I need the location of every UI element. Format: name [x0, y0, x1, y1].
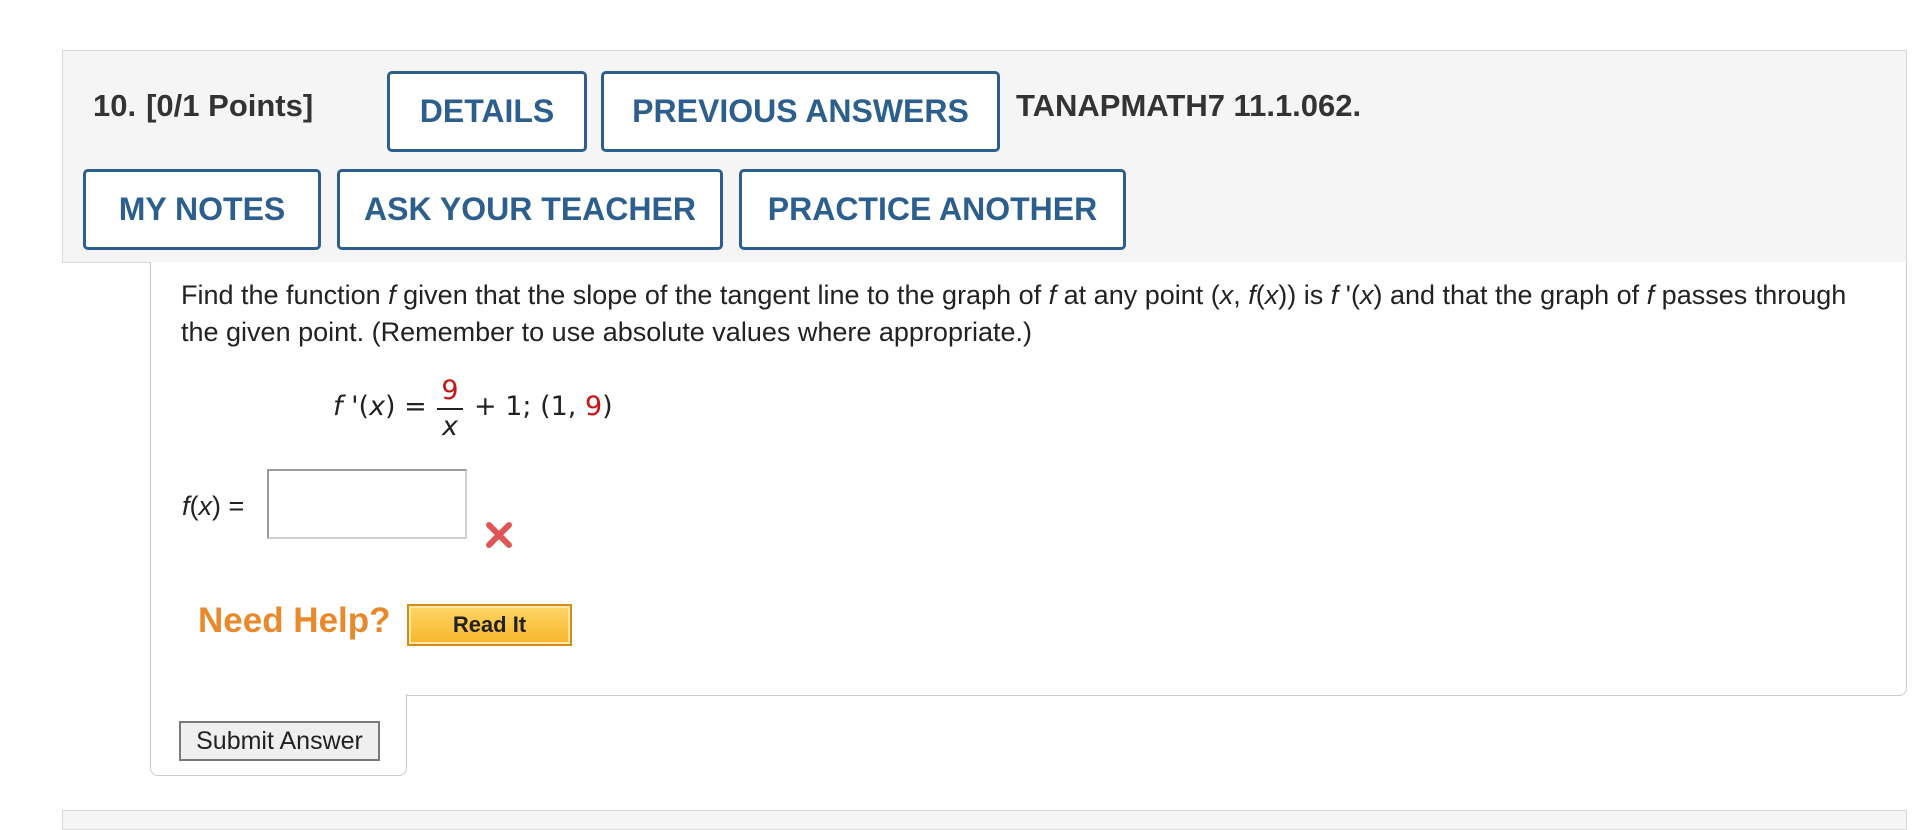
answer-label: f(x) = [182, 491, 245, 521]
fraction-bar [437, 408, 463, 410]
my-notes-button[interactable]: MY NOTES [83, 169, 321, 250]
problem-statement: Find the function f given that the slope… [181, 280, 1847, 347]
read-it-button[interactable]: Read It [407, 604, 572, 646]
details-button[interactable]: DETAILS [387, 71, 587, 152]
question-number: 10. [0/1 Points] [93, 88, 313, 124]
question-number-label: 10. [93, 88, 137, 123]
fraction-numerator: 9 [441, 375, 459, 406]
need-help-heading: Need Help? [198, 601, 391, 640]
derivative-rhs: + 1; (1, 9) [474, 391, 613, 422]
derivative-fraction: 9 x [437, 376, 463, 442]
ask-your-teacher-button[interactable]: ASK YOUR TEACHER [337, 169, 723, 250]
question-id: TANAPMATH7 11.1.062. [1016, 88, 1362, 123]
x-mark-icon [486, 522, 512, 548]
next-question-panel [62, 810, 1907, 830]
fraction-denominator: x [442, 411, 458, 442]
previous-answers-button[interactable]: PREVIOUS ANSWERS [601, 71, 1000, 152]
derivative-lhs: f '(x) = [333, 391, 427, 422]
point-y-value: 9 [584, 391, 603, 422]
answer-input[interactable] [267, 469, 467, 539]
submit-answer-button[interactable]: Submit Answer [179, 721, 380, 761]
practice-another-button[interactable]: PRACTICE ANOTHER [739, 169, 1126, 250]
question-points: [0/1 Points] [146, 88, 314, 123]
